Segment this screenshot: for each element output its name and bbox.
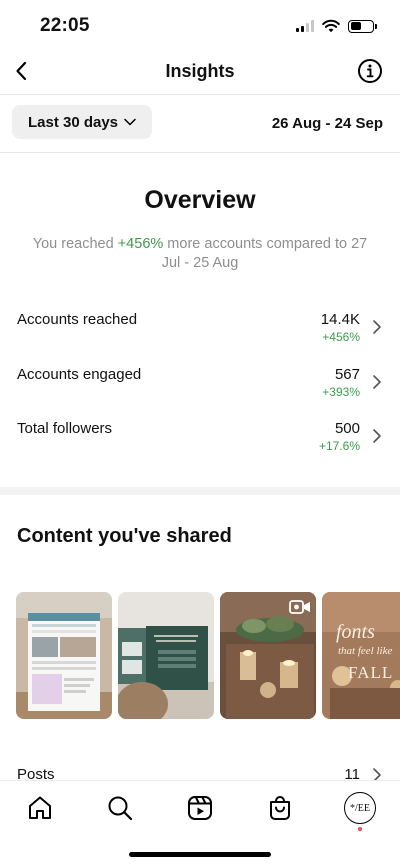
reel-icon (289, 600, 310, 614)
section-separator (0, 487, 400, 495)
reach-change-highlight: +456% (117, 236, 164, 252)
chevron-right-icon (373, 320, 381, 334)
shop-icon[interactable] (266, 794, 294, 822)
svg-text:fonts: fonts (336, 621, 375, 643)
thumbnail-website-screenshot-post[interactable] (16, 592, 112, 719)
status-bar: 22:05 (0, 0, 400, 52)
wifi-icon (322, 19, 340, 33)
metric-value: 500 (334, 420, 360, 437)
svg-text:FALL: FALL (348, 663, 393, 682)
content-thumbnails-carousel[interactable]: fonts that feel like FALL (16, 592, 400, 720)
metric-change: +17.6% (318, 439, 360, 453)
metric-change: +393% (322, 385, 360, 399)
overview-title: Overview (144, 186, 256, 214)
cellular-signal-icon (296, 20, 314, 32)
metric-change: +456% (322, 330, 360, 344)
fonts-fall-post-image: fonts that feel like FALL (322, 592, 400, 719)
profile-avatar[interactable]: */EE (344, 792, 376, 824)
content-section-title: Content you've shared (17, 525, 232, 547)
metric-row-accounts-engaged[interactable]: Accounts engaged 567 +393% (17, 366, 383, 406)
status-icons (296, 17, 377, 35)
home-indicator (129, 852, 271, 857)
metric-row-accounts-reached[interactable]: Accounts reached 14.4K +456% (17, 311, 383, 351)
chevron-right-icon (373, 375, 381, 389)
chevron-down-icon (124, 118, 136, 126)
date-range-text: 26 Aug - 24 Sep (271, 115, 383, 132)
home-icon[interactable] (26, 794, 54, 822)
reels-icon[interactable] (186, 794, 214, 822)
search-icon[interactable] (106, 794, 134, 822)
metric-label: Accounts reached (17, 311, 138, 328)
date-range-dropdown[interactable]: Last 30 days (12, 105, 152, 139)
status-time: 22:05 (40, 15, 90, 36)
notification-dot (358, 827, 362, 831)
metric-label: Total followers (17, 420, 113, 437)
date-range-dropdown-label: Last 30 days (27, 113, 119, 131)
svg-text:that feel like: that feel like (338, 645, 392, 657)
thumbnail-fonts-fall-post[interactable]: fonts that feel like FALL (322, 592, 400, 719)
page-title: Insights (165, 61, 235, 81)
metric-value: 567 (334, 366, 360, 383)
overview-description: You reached +456% more accounts compared… (32, 236, 368, 271)
metric-label: Accounts engaged (17, 366, 142, 383)
website-screenshot-image (16, 592, 112, 719)
chevron-right-icon (373, 429, 381, 443)
profile-avatar-text: */EE (350, 802, 370, 814)
thumbnail-candles-reel[interactable] (220, 592, 316, 719)
nav-header: Insights (0, 52, 400, 92)
info-icon[interactable] (357, 58, 383, 84)
metric-value: 14.4K (320, 311, 360, 328)
filter-divider (0, 152, 400, 153)
header-divider (0, 94, 400, 95)
metric-row-total-followers[interactable]: Total followers 500 +17.6% (17, 420, 383, 460)
battery-icon (348, 19, 377, 33)
conversions-post-image (118, 592, 214, 719)
thumbnail-conversions-post[interactable] (118, 592, 214, 719)
